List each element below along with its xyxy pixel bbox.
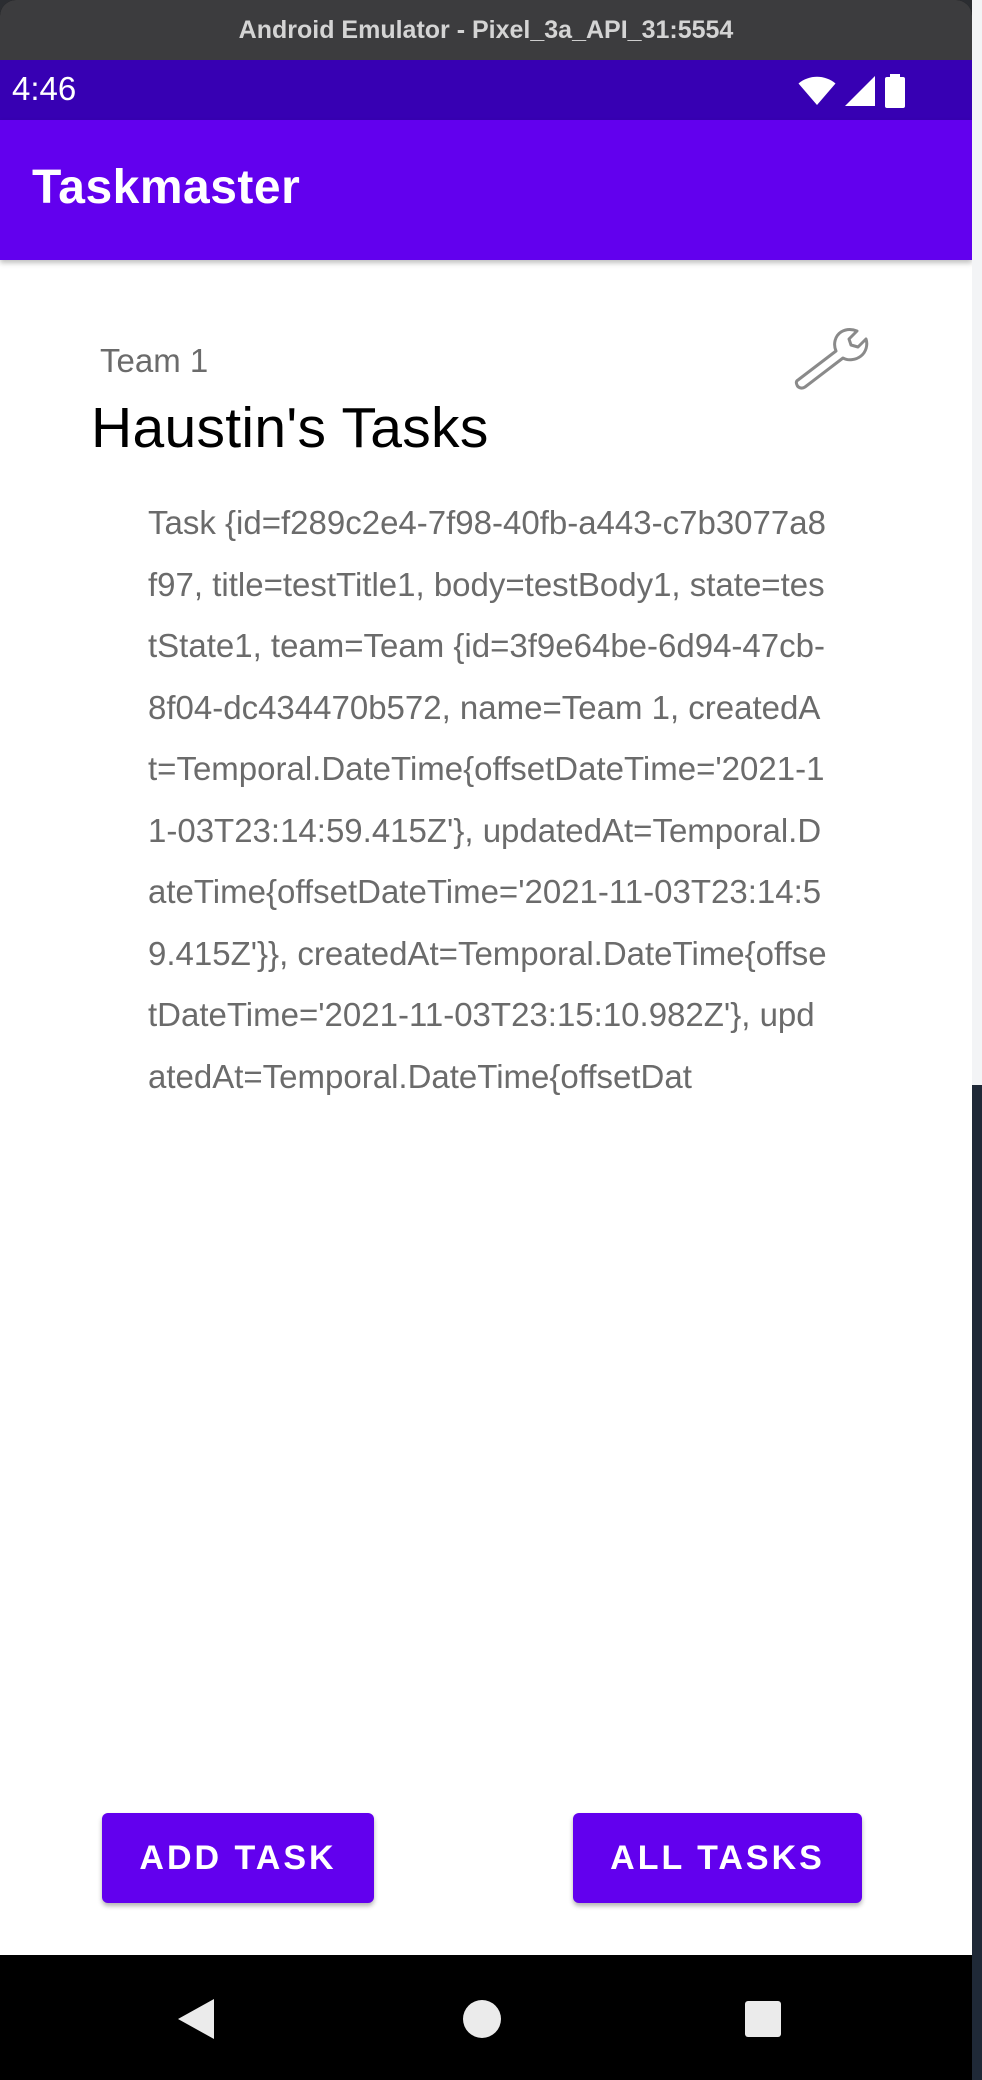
device-screen: 4:46 Taskmaster Team 1 Haustin's Tasks T…	[0, 60, 972, 2080]
signal-icon	[844, 75, 876, 112]
task-item[interactable]: Task {id=f289c2e4-7f98-40fb-a443-c7b3077…	[148, 492, 828, 1107]
page-title: Haustin's Tasks	[91, 396, 489, 460]
team-label: Team 1	[100, 342, 209, 379]
wrench-icon[interactable]	[790, 316, 870, 396]
main-content: Team 1 Haustin's Tasks Task {id=f289c2e4…	[0, 260, 972, 2015]
emulator-window: Android Emulator - Pixel_3a_API_31:5554 …	[0, 0, 972, 2080]
back-icon[interactable]	[168, 1991, 224, 2047]
app-bar: Taskmaster	[0, 120, 972, 260]
battery-icon	[884, 74, 906, 113]
app-title: Taskmaster	[32, 161, 301, 214]
status-icons	[798, 74, 906, 113]
wifi-icon	[798, 76, 836, 111]
background-window-edge	[972, 0, 982, 2080]
status-time: 4:46	[12, 70, 77, 107]
emulator-title-bar[interactable]: Android Emulator - Pixel_3a_API_31:5554	[0, 0, 972, 60]
navigation-bar	[0, 1955, 972, 2080]
home-icon[interactable]	[454, 1991, 510, 2047]
status-bar: 4:46	[0, 60, 972, 120]
recents-icon[interactable]	[735, 1991, 791, 2047]
all-tasks-button[interactable]: ALL TASKS	[573, 1813, 862, 1903]
emulator-window-title: Android Emulator - Pixel_3a_API_31:5554	[238, 15, 734, 44]
add-task-button[interactable]: ADD TASK	[102, 1813, 374, 1903]
desktop-stage: Android Emulator - Pixel_3a_API_31:5554 …	[0, 0, 982, 2080]
